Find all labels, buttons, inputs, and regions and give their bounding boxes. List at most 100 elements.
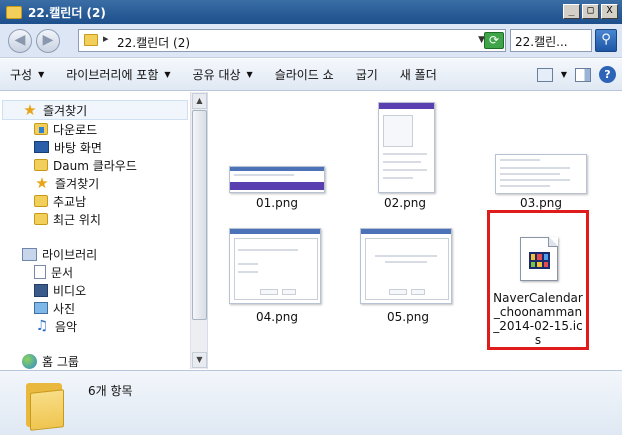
- chevron-down-icon: ▼: [164, 70, 171, 79]
- nav-favorites-header[interactable]: ★ 즐겨찾기: [22, 101, 87, 119]
- nav-homegroup[interactable]: 홈 그룹: [22, 352, 79, 369]
- search-icon[interactable]: ⚲: [595, 29, 617, 52]
- include-in-library-label: 라이브러리에 포함: [66, 68, 159, 82]
- recent-places-icon: [34, 213, 48, 225]
- document-icon: [34, 265, 46, 279]
- folder-icon: [6, 5, 22, 19]
- close-button[interactable]: X: [601, 4, 618, 19]
- nav-label: Daum 클라우드: [53, 158, 137, 173]
- address-bar[interactable]: ▸ 22.캘린더 (2) ▼: [78, 29, 506, 52]
- selected-file-item[interactable]: NaverCalendar_choonamman_2014-02-15.ics: [487, 210, 589, 350]
- nav-item-daum-cloud[interactable]: Daum 클라우드: [34, 156, 137, 174]
- nav-libraries-header[interactable]: 라이브러리: [22, 245, 97, 263]
- picture-icon: [34, 302, 48, 314]
- desktop-icon: [34, 141, 49, 153]
- nav-item-documents[interactable]: 문서: [34, 263, 73, 281]
- view-options-icon[interactable]: [536, 67, 553, 82]
- file-item[interactable]: 02.png: [327, 92, 437, 212]
- burn-label: 굽기: [355, 68, 378, 82]
- image-thumbnail: [495, 154, 587, 194]
- image-thumbnail: [378, 102, 435, 193]
- nav-scrollbar[interactable]: ▲ ▼: [190, 92, 207, 369]
- file-item[interactable]: 05.png: [327, 222, 452, 332]
- nav-label: 비디오: [53, 283, 87, 298]
- include-in-library-button[interactable]: 라이브러리에 포함 ▼: [66, 66, 170, 83]
- music-icon: ♫: [35, 318, 49, 334]
- file-name: NaverCalendar_choonamman_2014-02-15.ics: [493, 291, 583, 347]
- back-button[interactable]: ◀: [8, 29, 32, 53]
- image-thumbnail: [229, 228, 321, 304]
- nav-label: 바탕 화면: [54, 140, 102, 155]
- minimize-button[interactable]: _: [563, 4, 580, 19]
- address-row: ◀ ▶ ▸ 22.캘린더 (2) ▼ ⟳ 22.캘린... ⚲: [0, 24, 622, 58]
- library-icon: [22, 247, 37, 261]
- help-icon[interactable]: ?: [599, 66, 616, 83]
- organize-label: 구성: [10, 68, 33, 82]
- video-icon: [34, 283, 48, 297]
- nav-item-videos[interactable]: 비디오: [34, 281, 86, 299]
- nav-item-pictures[interactable]: 사진: [34, 299, 75, 317]
- toolbar-right: ▼ ?: [536, 66, 616, 83]
- share-with-button[interactable]: 공유 대상 ▼: [193, 66, 253, 83]
- chevron-down-icon[interactable]: ▼: [561, 70, 567, 79]
- preview-pane-icon[interactable]: [575, 67, 591, 82]
- homegroup-icon: [22, 353, 37, 369]
- share-with-label: 공유 대상: [192, 68, 241, 82]
- nav-item-favorites[interactable]: ★ 즐겨찾기: [34, 174, 99, 192]
- chevron-down-icon: ▼: [38, 70, 45, 79]
- file-name: 03.png: [520, 196, 562, 210]
- item-count: 6개 항목: [88, 384, 133, 398]
- nav-item-downloads[interactable]: 다운로드: [34, 120, 97, 138]
- nav-label: 다운로드: [53, 122, 98, 137]
- image-thumbnail: [360, 228, 452, 304]
- forward-button[interactable]: ▶: [36, 29, 60, 53]
- command-bar: 구성 ▼ 라이브러리에 포함 ▼ 공유 대상 ▼ 슬라이드 쇼 굽기 새 폴더 …: [0, 59, 622, 91]
- scroll-thumb[interactable]: [192, 110, 207, 320]
- file-item[interactable]: 04.png: [209, 222, 321, 332]
- nav-label: 추교남: [53, 194, 87, 209]
- nav-label: 즐겨찾기: [43, 103, 88, 118]
- nav-item-desktop[interactable]: 바탕 화면: [34, 138, 102, 156]
- navigation-pane: ★ 즐겨찾기 다운로드 바탕 화면 Daum 클라우드 ★ 즐겨찾기 추교남 최…: [0, 92, 208, 369]
- chevron-down-icon: ▼: [246, 70, 253, 79]
- calendar-file-icon: [520, 237, 558, 281]
- file-name: 04.png: [256, 310, 298, 324]
- scroll-up-icon[interactable]: ▲: [192, 93, 207, 109]
- nav-label: 음악: [55, 319, 78, 334]
- file-item[interactable]: 01.png: [209, 92, 325, 212]
- nav-label: 즐겨찾기: [55, 176, 100, 191]
- image-thumbnail: [229, 166, 325, 193]
- title-bar: 22.캘린더 (2) _ □ X: [0, 0, 622, 24]
- slideshow-button[interactable]: 슬라이드 쇼: [275, 66, 334, 83]
- nav-label: 최근 위치: [53, 212, 101, 227]
- refresh-icon[interactable]: ⟳: [484, 32, 504, 49]
- file-name: 02.png: [384, 196, 426, 210]
- maximize-button[interactable]: □: [582, 4, 599, 19]
- details-pane: 6개 항목: [0, 370, 622, 435]
- address-path[interactable]: 22.캘린더 (2): [117, 34, 190, 51]
- chevron-right-icon[interactable]: ▸: [103, 32, 109, 45]
- nav-item-user-folder[interactable]: 추교남: [34, 192, 86, 210]
- burn-button[interactable]: 굽기: [356, 66, 378, 83]
- folder-icon: [34, 195, 48, 207]
- window-controls: _ □ X: [563, 4, 618, 19]
- nav-label: 사진: [53, 301, 76, 316]
- folder-icon: [84, 34, 98, 46]
- organize-button[interactable]: 구성 ▼: [10, 66, 44, 83]
- file-name: 05.png: [387, 310, 429, 324]
- folder-icon: [26, 379, 66, 431]
- nav-item-recent-places[interactable]: 최근 위치: [34, 210, 101, 228]
- window-title: 22.캘린더 (2): [28, 5, 106, 20]
- file-name: 01.png: [256, 196, 298, 210]
- nav-item-music[interactable]: ♫ 음악: [34, 317, 77, 335]
- nav-label: 문서: [51, 265, 74, 280]
- download-folder-icon: [34, 123, 48, 135]
- star-icon: ★: [23, 101, 37, 119]
- new-folder-button[interactable]: 새 폴더: [400, 66, 437, 83]
- search-input[interactable]: 22.캘린...: [510, 29, 592, 52]
- nav-label: 라이브러리: [42, 247, 98, 262]
- scroll-down-icon[interactable]: ▼: [192, 352, 207, 368]
- star-icon: ★: [35, 174, 49, 192]
- file-list: 01.png 02.png 03.png 04.png 05.png Naver…: [209, 92, 622, 369]
- file-item[interactable]: 03.png: [445, 92, 587, 212]
